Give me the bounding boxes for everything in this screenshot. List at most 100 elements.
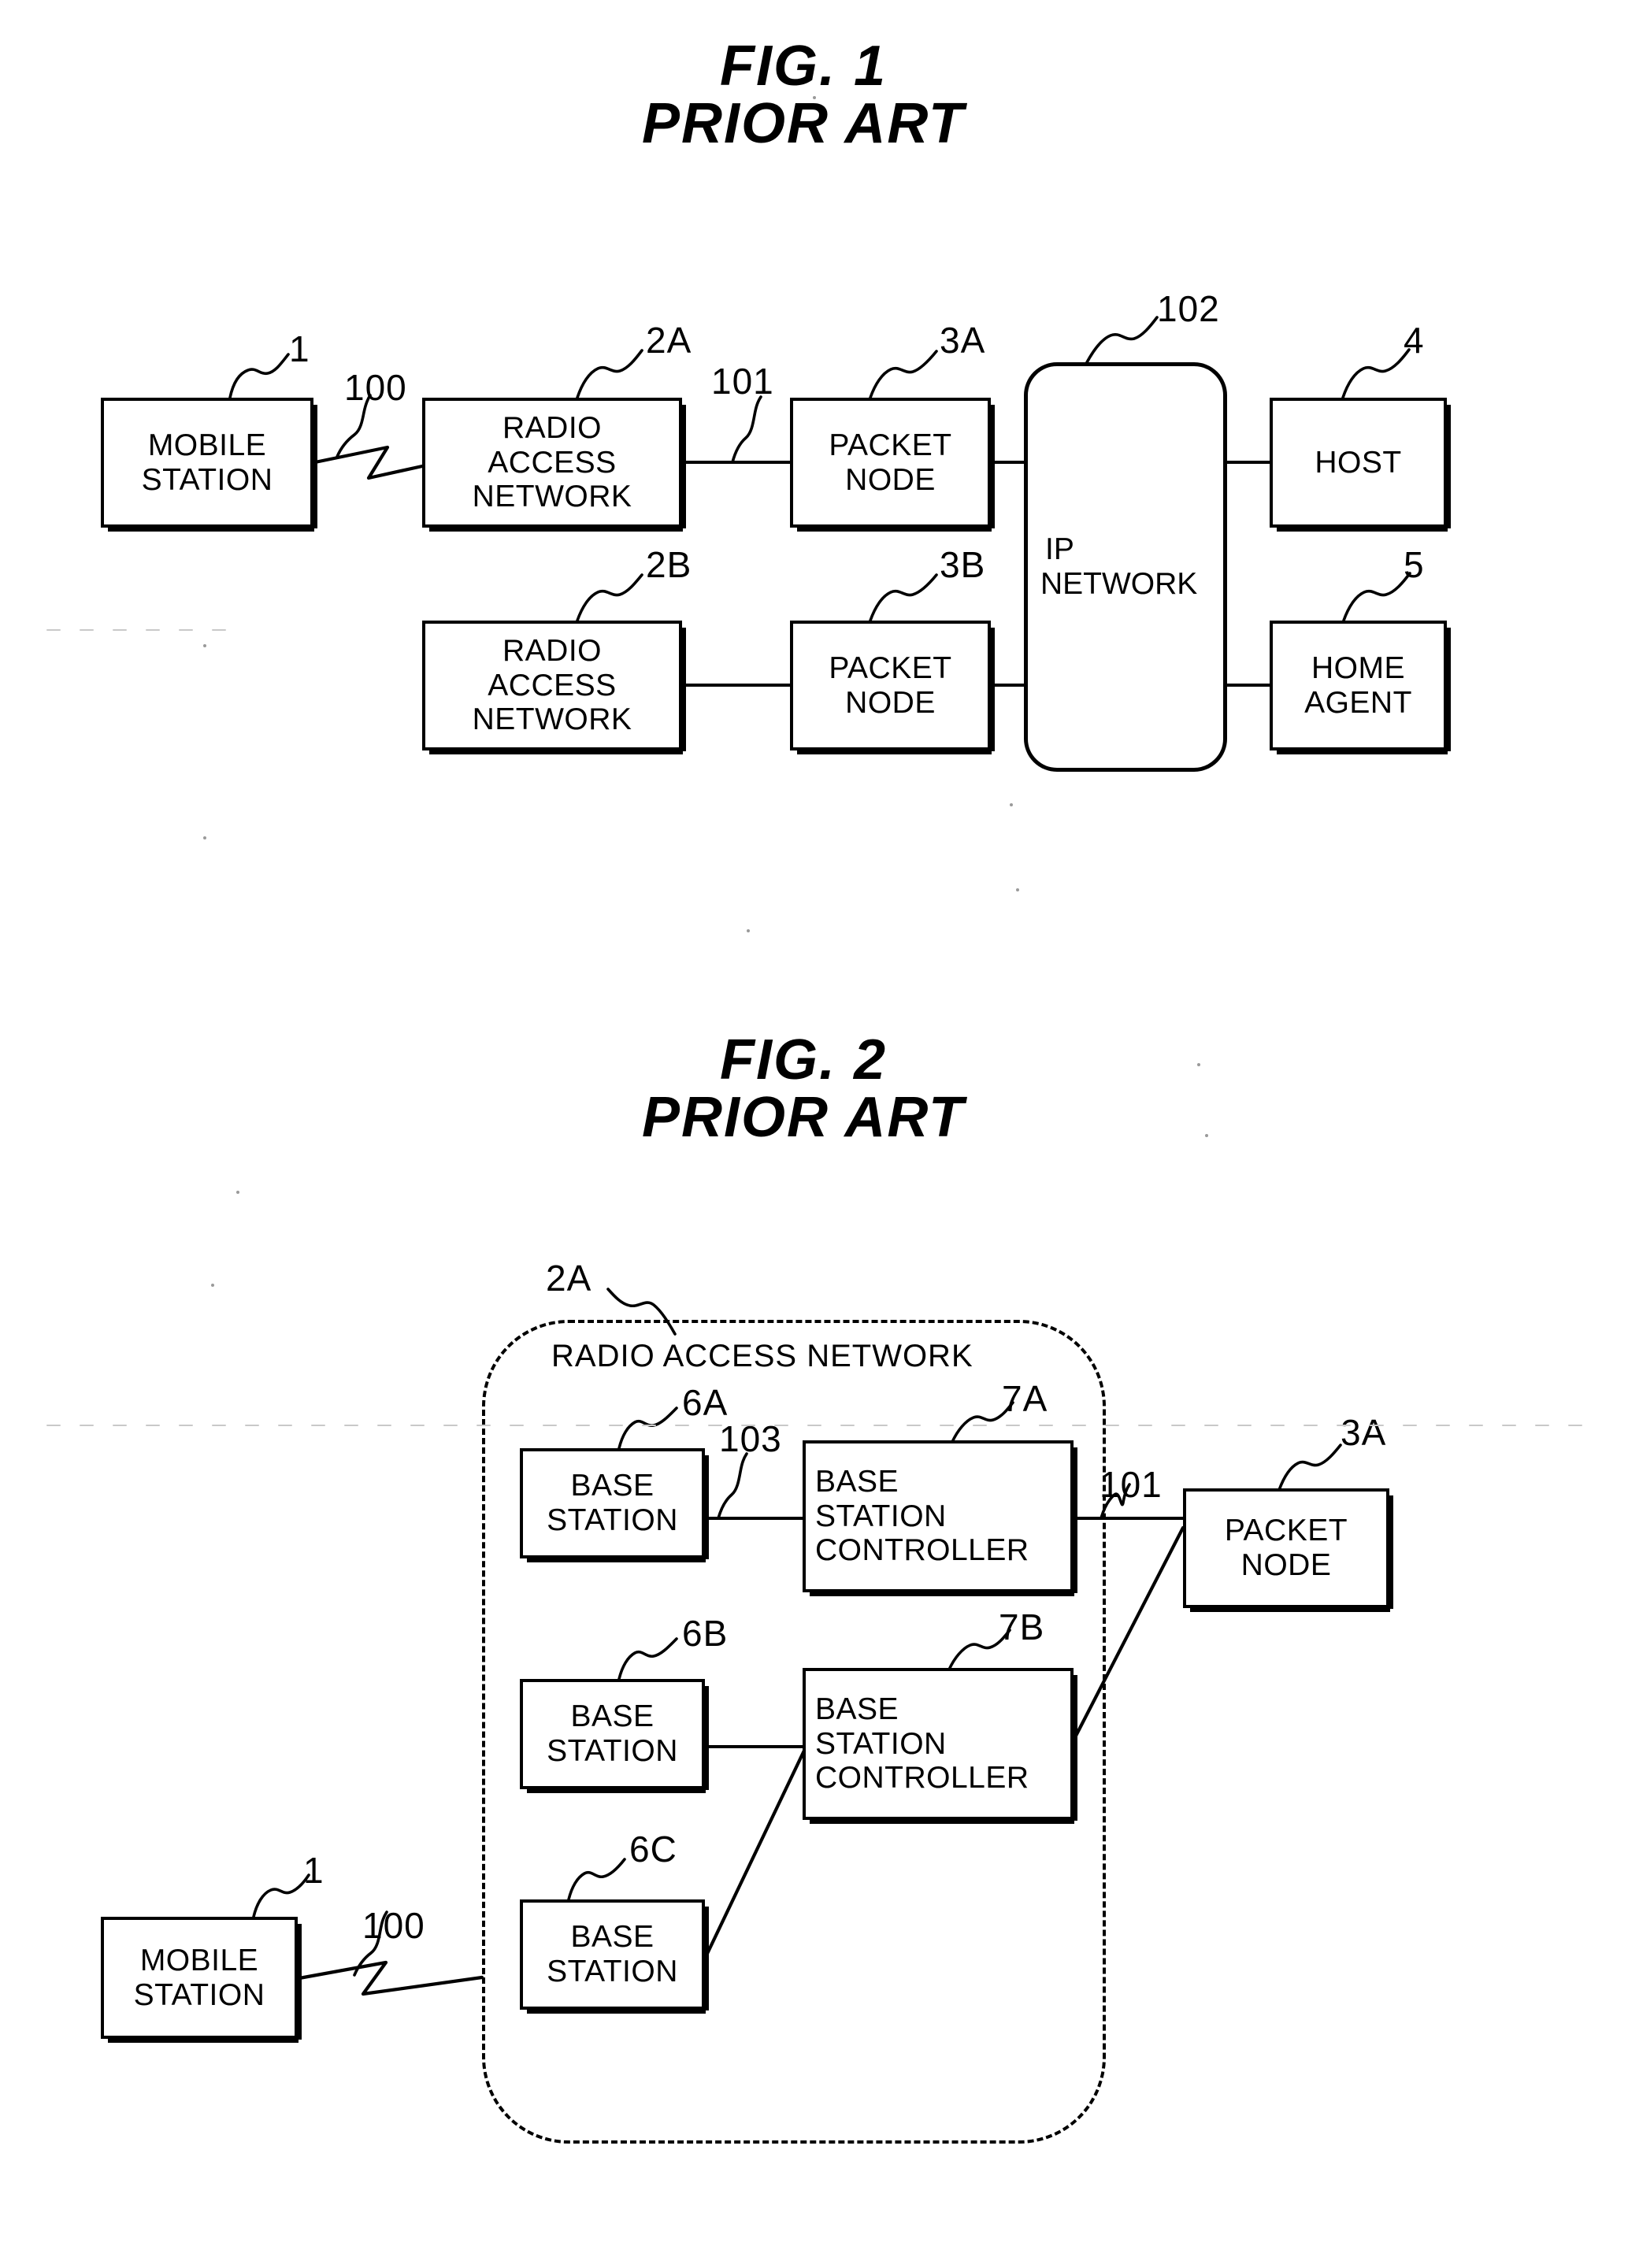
- fig1-packet-node-a-label-line2: NODE: [845, 462, 936, 497]
- fig1-mobile-station-label-line1: MOBILE: [147, 428, 267, 462]
- fig1-link-ip-to-host: [1225, 461, 1271, 464]
- fig1-ip-network-label-line2: NETWORK: [1040, 567, 1198, 601]
- fig1-ref-100: 100: [344, 367, 407, 408]
- fig1-ref-3a: 3A: [940, 320, 986, 361]
- fig2-bsc-b-label-line1: BASE: [815, 1692, 899, 1726]
- fig2-base-station-b-box: BASE STATION: [520, 1679, 709, 1793]
- fig1-host-box: HOST: [1270, 398, 1451, 532]
- fig2-base-station-controller-a-box: BASE STATION CONTROLLER: [803, 1440, 1077, 1596]
- fig1-link-ran-a-to-packet-node-a: [682, 461, 790, 464]
- fig1-leader-102: [1085, 316, 1159, 365]
- fig1-mobile-station-box: MOBILE STATION: [101, 398, 317, 532]
- fig2-base-station-b-label-line2: STATION: [547, 1734, 678, 1768]
- fig1-wireless-zigzag: [313, 445, 425, 480]
- fig1-packet-node-a-box: PACKET NODE: [790, 398, 995, 532]
- fig2-base-station-a-label-line2: STATION: [547, 1503, 678, 1537]
- fig1-radio-access-network-a-box: RADIO ACCESS NETWORK: [422, 398, 686, 532]
- fig2-bsc-a-label-line3: CONTROLLER: [815, 1533, 1029, 1568]
- fig1-packet-node-a-label-line1: PACKET: [829, 428, 952, 462]
- scan-speck: [211, 1284, 214, 1287]
- fig1-link-packet-node-a-to-ip: [991, 461, 1026, 464]
- fig1-home-agent-label-line1: HOME: [1311, 650, 1405, 685]
- scan-speck: [813, 96, 816, 99]
- scan-speck: [203, 836, 206, 839]
- fig1-ran-b-label-line2: ACCESS: [488, 668, 617, 702]
- fig2-bsc-a-label-line2: STATION: [815, 1499, 947, 1533]
- fig1-host-label: HOST: [1315, 445, 1402, 480]
- fig2-mobile-station-label-line2: STATION: [133, 1977, 265, 2012]
- fig2-wireless-zigzag: [297, 1960, 484, 1996]
- fig1-ip-network-box: IP NETWORK: [1024, 362, 1227, 772]
- fig1-ref-3b: 3B: [940, 544, 986, 585]
- fig1-ip-network-label-line1: IP: [1045, 532, 1074, 567]
- fig2-base-station-b-label-line1: BASE: [570, 1699, 655, 1734]
- fig2-radio-access-network-enclosure-label: RADIO ACCESS NETWORK: [551, 1339, 973, 1373]
- fig2-ref-6c: 6C: [629, 1829, 677, 1870]
- fig1-home-agent-box: HOME AGENT: [1270, 621, 1451, 754]
- fig2-link-bsc-a-to-packet-node-a: [1072, 1517, 1185, 1520]
- fig1-leader-5: [1342, 572, 1411, 622]
- fig2-ref-7b: 7B: [999, 1606, 1045, 1647]
- fig2-base-station-a-label-line1: BASE: [570, 1469, 655, 1503]
- fig2-link-base-station-b-to-bsc-b: [703, 1745, 804, 1748]
- scan-speck: [236, 1191, 239, 1194]
- fig1-packet-node-b-box: PACKET NODE: [790, 621, 995, 754]
- fig2-base-station-c-box: BASE STATION: [520, 1899, 709, 2014]
- fig1-radio-access-network-b-box: RADIO ACCESS NETWORK: [422, 621, 686, 754]
- fig2-packet-node-a-label-line2: NODE: [1240, 1548, 1332, 1582]
- fig2-ref-101: 101: [1100, 1464, 1163, 1505]
- fig1-ref-101: 101: [711, 361, 774, 402]
- scan-speck: [203, 644, 206, 647]
- fig2-bsc-a-label-line1: BASE: [815, 1464, 899, 1499]
- figure-1-title: FIG. 1 PRIOR ART: [488, 37, 1118, 156]
- fig2-leader-3a: [1278, 1443, 1342, 1492]
- fig1-ran-a-label-line3: NETWORK: [472, 480, 632, 514]
- fig1-leader-2a: [576, 349, 643, 399]
- fig1-home-agent-label-line2: AGENT: [1304, 685, 1412, 720]
- scan-speck: [1197, 1063, 1200, 1066]
- figure-1-title-line2: PRIOR ART: [641, 92, 966, 156]
- fig2-ref-103: 103: [719, 1418, 782, 1459]
- fig2-link-base-station-a-to-bsc-a: [703, 1517, 804, 1520]
- fig1-ran-b-label-line1: RADIO: [502, 633, 602, 668]
- fig1-leader-4: [1341, 348, 1411, 399]
- fig2-ref-7a: 7A: [1002, 1378, 1048, 1419]
- fig1-ref-102: 102: [1157, 288, 1220, 329]
- fig1-leader-2b: [576, 573, 643, 622]
- fig1-ref-5: 5: [1404, 544, 1425, 585]
- fig2-ref-6b: 6B: [682, 1613, 729, 1654]
- fig2-ref-100: 100: [362, 1905, 425, 1946]
- fig1-leader-3b: [869, 573, 938, 622]
- fig1-ran-a-label-line1: RADIO: [502, 410, 602, 445]
- fig2-leader-1: [252, 1873, 310, 1918]
- fig2-base-station-c-label-line1: BASE: [570, 1920, 655, 1955]
- figure-2-title-line2: PRIOR ART: [641, 1086, 966, 1150]
- fig2-packet-node-a-box: PACKET NODE: [1183, 1488, 1393, 1612]
- fig1-ref-2a: 2A: [646, 320, 692, 361]
- fig2-bsc-b-label-line2: STATION: [815, 1726, 947, 1761]
- scan-speck: [1010, 803, 1013, 806]
- fig1-ran-a-label-line2: ACCESS: [488, 445, 617, 480]
- fig1-link-ip-to-home-agent: [1225, 684, 1271, 687]
- fig1-mobile-station-label-line2: STATION: [141, 462, 273, 497]
- figure-2-title-line1: FIG. 2: [719, 1028, 888, 1091]
- figure-2-title: FIG. 2 PRIOR ART: [488, 1028, 1118, 1150]
- fig1-leader-101: [731, 395, 762, 464]
- fig2-bsc-b-label-line3: CONTROLLER: [815, 1761, 1029, 1796]
- fig1-leader-3a: [869, 350, 938, 399]
- fig2-mobile-station-box: MOBILE STATION: [101, 1917, 302, 2043]
- fig2-ref-1: 1: [303, 1850, 324, 1891]
- scan-speck: [1016, 888, 1019, 891]
- fig1-packet-node-b-label-line1: PACKET: [829, 650, 952, 685]
- fig2-ref-3a: 3A: [1341, 1412, 1387, 1453]
- fig2-mobile-station-label-line1: MOBILE: [139, 1943, 259, 1977]
- fig1-ref-4: 4: [1404, 320, 1425, 361]
- fig1-link-ran-b-to-packet-node-b: [682, 684, 790, 687]
- fig1-leader-1: [228, 353, 290, 399]
- scan-speck: [1205, 1134, 1208, 1137]
- fig2-base-station-c-label-line2: STATION: [547, 1955, 678, 1988]
- fig2-base-station-a-box: BASE STATION: [520, 1448, 709, 1562]
- fig2-base-station-controller-b-box: BASE STATION CONTROLLER: [803, 1668, 1077, 1824]
- fig2-ref-2a: 2A: [546, 1258, 592, 1299]
- fig1-ref-2b: 2B: [646, 544, 692, 585]
